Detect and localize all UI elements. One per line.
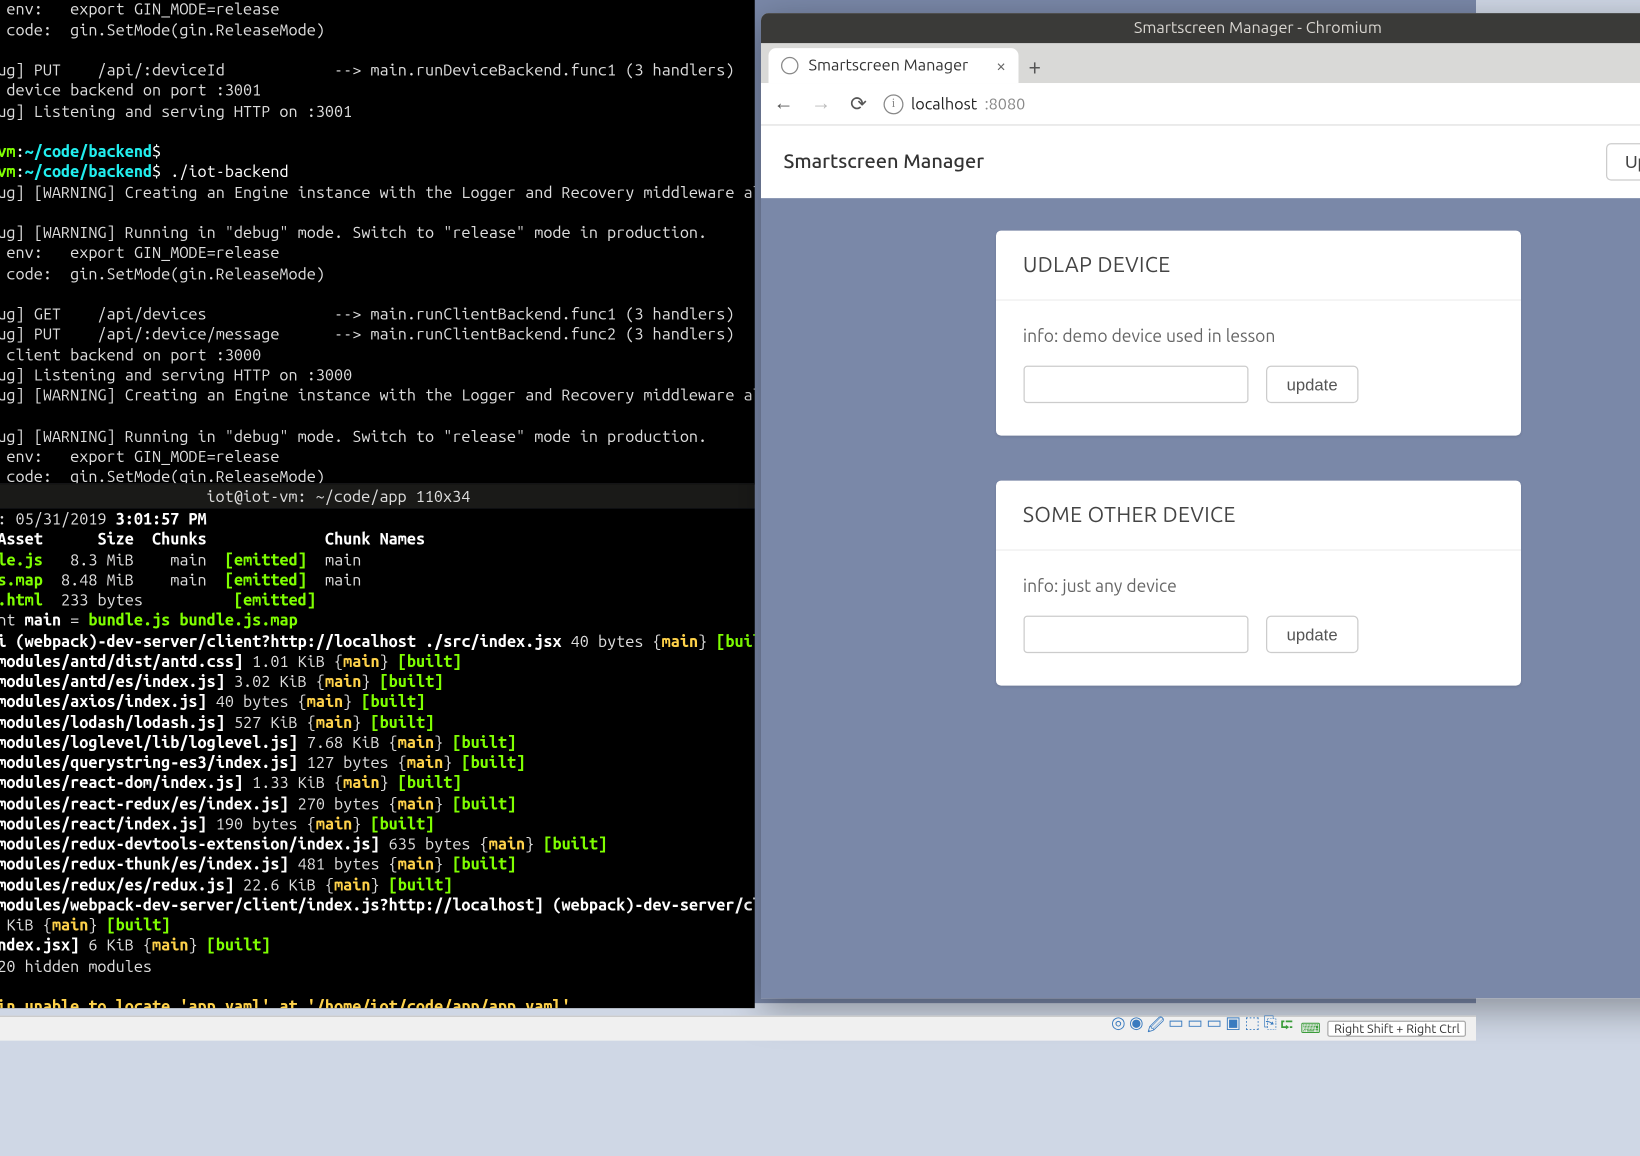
desktop: 🗄 🔴 ⋮⋮ A ⋮⋮⋮ ▥ iot@iot-vm: ~/code/app ▥ … (0, 0, 1476, 1003)
tab-title: Smartscreen Manager (809, 57, 969, 75)
browser-toolbar: ← → ⟳ i localhost:8080 ☆ ⋮ (761, 83, 1640, 126)
chromium-titlebar[interactable]: Smartscreen Manager - Chromium (761, 13, 1640, 43)
terminal-pane-2-title[interactable]: ▥ iot@iot-vm: ~/code/app 110x34 (0, 483, 755, 508)
display-icon: ▭ (1187, 1015, 1202, 1043)
hdd-icon: ◎ (1111, 1015, 1125, 1043)
device-message-input[interactable] (1023, 366, 1248, 404)
vbox-status-icons[interactable]: ◎ ◉ 🖉 ▭ ▭ ▭ ▣ ⬚ ⎘ ⮓ (1111, 1015, 1293, 1043)
clipboard-icon: ⎘ (1264, 1015, 1277, 1043)
page-title: Smartscreen Manager (784, 151, 985, 174)
address-bar[interactable]: i localhost :8080 (884, 94, 1640, 114)
device-update-button[interactable]: update (1265, 616, 1358, 654)
chromium-window-title: Smartscreen Manager - Chromium (1134, 19, 1382, 37)
display2-icon: ▭ (1206, 1015, 1221, 1043)
terminal-pane-1-body[interactable]: [GIN-debug] [WARNING] Running in "debug"… (0, 0, 755, 483)
vbox-status-bar: ◎ ◉ 🖉 ▭ ▭ ▭ ▣ ⬚ ⎘ ⮓ ⌨ Right Shift + Righ… (0, 1015, 1476, 1040)
back-button[interactable]: ← (771, 91, 796, 116)
device-update-button[interactable]: update (1265, 366, 1358, 404)
reload-button[interactable]: ⟳ (846, 91, 871, 116)
globe-icon (781, 57, 799, 75)
device-info: info: demo device used in lesson (1023, 326, 1493, 346)
host-key-icon: ⌨ (1300, 1020, 1320, 1036)
url-port: :8080 (985, 95, 1026, 113)
url-host: localhost (911, 95, 977, 113)
net-icon: ⬚ (1245, 1015, 1260, 1043)
device-card-0: UDLAP DEVICE info: demo device used in l… (995, 231, 1520, 436)
forward-button: → (809, 91, 834, 116)
optical-icon: ◉ (1129, 1015, 1143, 1043)
mouse-icon: ⮓ (1280, 1015, 1293, 1043)
rec-icon: ▣ (1225, 1015, 1240, 1043)
device-info: info: just any device (1023, 576, 1493, 596)
chromium-window[interactable]: Smartscreen Manager - Chromium Smartscre… (761, 13, 1640, 998)
host-key-combo: Right Shift + Right Ctrl (1328, 1020, 1466, 1036)
page-content: Smartscreen Manager Update List UDLAP DE… (761, 126, 1640, 999)
terminator-window[interactable]: ▥ iot@iot-vm: ~/code/app ▥ iot@iot-vm: ~… (0, 0, 755, 1008)
terminal-pane-2-body[interactable]: Built at: 05/31/2019 3:01:57 PM Asset Si… (0, 508, 755, 1008)
device-name: SOME OTHER DEVICE (995, 481, 1520, 551)
browser-tab[interactable]: Smartscreen Manager × (769, 48, 1019, 83)
site-info-icon[interactable]: i (884, 94, 904, 114)
device-card-1: SOME OTHER DEVICE info: just any device … (995, 481, 1520, 686)
shared-folder-icon: ▭ (1168, 1015, 1183, 1043)
pane2-title-text: iot@iot-vm: ~/code/app 110x34 (206, 488, 470, 506)
device-message-input[interactable] (1023, 616, 1248, 654)
tab-close-icon[interactable]: × (996, 56, 1006, 76)
update-list-button[interactable]: Update List (1606, 143, 1640, 181)
tab-strip: Smartscreen Manager × + (761, 43, 1640, 83)
new-tab-button[interactable]: + (1019, 51, 1052, 84)
usb-icon: 🖉 (1147, 1015, 1164, 1043)
device-name: UDLAP DEVICE (995, 231, 1520, 301)
